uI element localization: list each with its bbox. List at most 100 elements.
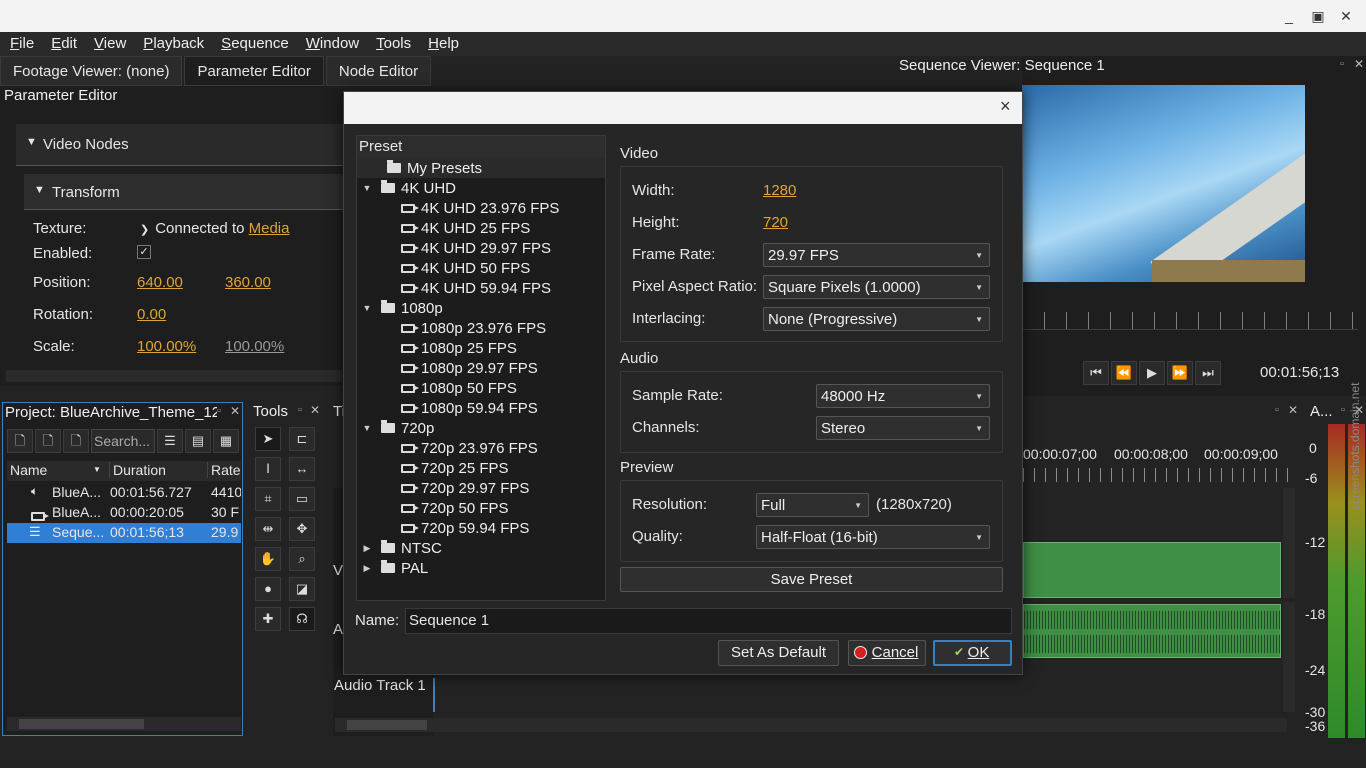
menu-file[interactable]: File xyxy=(0,32,41,56)
timeline-scrollbar[interactable] xyxy=(335,718,1287,732)
add-tool-icon[interactable]: ✚ xyxy=(255,607,281,631)
column-rate[interactable]: Rate xyxy=(207,462,241,478)
preset-item[interactable]: 720p 59.94 FPS xyxy=(357,518,605,538)
ripple-tool-icon[interactable]: Ⅰ xyxy=(255,457,281,481)
scale-y-value[interactable]: 100.00% xyxy=(225,338,284,355)
sequence-name-input[interactable]: Sequence 1 xyxy=(405,608,1012,634)
close-icon[interactable]: ✕ xyxy=(1288,403,1298,417)
rotation-value[interactable]: 0.00 xyxy=(137,306,166,323)
project-scrollbar[interactable] xyxy=(7,717,241,731)
preset-folder[interactable]: ▼ 720p xyxy=(357,418,605,438)
preset-folder[interactable]: ▶ PAL xyxy=(357,558,605,578)
preset-item[interactable]: 4K UHD 25 FPS xyxy=(357,218,605,238)
pixel-aspect-select[interactable]: Square Pixels (1.0000) xyxy=(763,275,990,299)
preset-item[interactable]: 1080p 25 FPS xyxy=(357,338,605,358)
minimize-button[interactable]: _ xyxy=(1281,8,1297,24)
transform-header[interactable]: ▼ Transform xyxy=(24,174,346,210)
list-view-icon[interactable]: ☰ xyxy=(157,429,183,453)
chevron-right-icon[interactable]: ❯ xyxy=(140,224,149,236)
close-icon[interactable]: ✕ xyxy=(230,404,240,418)
expand-arrow-icon[interactable]: ▼ xyxy=(359,303,375,313)
transition-tool-icon[interactable]: ◪ xyxy=(289,577,315,601)
move-tool-icon[interactable]: ✥ xyxy=(289,517,315,541)
preset-folder[interactable]: ▶ NTSC xyxy=(357,538,605,558)
go-to-end-button[interactable]: ⏭ xyxy=(1195,361,1221,385)
vertical-scrollbar[interactable] xyxy=(1283,602,1295,712)
menu-tools[interactable]: Tools xyxy=(366,32,418,56)
preset-item[interactable]: 4K UHD 23.976 FPS xyxy=(357,198,605,218)
menu-edit[interactable]: Edit xyxy=(41,32,84,56)
go-to-start-button[interactable]: ⏮ xyxy=(1083,361,1109,385)
close-icon[interactable]: ✕ xyxy=(310,403,320,417)
menu-help[interactable]: Help xyxy=(418,32,466,56)
preset-folder[interactable]: ▼ 4K UHD xyxy=(357,178,605,198)
close-icon[interactable]: ✕ xyxy=(1354,57,1364,71)
rewind-button[interactable]: ⏪ xyxy=(1111,361,1137,385)
tab-parameter-editor[interactable]: Parameter Editor xyxy=(184,56,324,86)
float-icon[interactable]: ▫ xyxy=(1340,58,1344,70)
save-file-icon[interactable]: 🗋 xyxy=(63,429,89,453)
project-search-input[interactable]: Search... xyxy=(91,429,155,453)
table-row[interactable]: 🔈︎ BlueA... 00:01:56.727 4410 xyxy=(7,483,241,503)
hand-tool-icon[interactable]: ✋ xyxy=(255,547,281,571)
set-as-default-button[interactable]: Set As Default xyxy=(718,640,839,666)
preset-item[interactable]: 1080p 50 FPS xyxy=(357,378,605,398)
preset-item[interactable]: 1080p 59.94 FPS xyxy=(357,398,605,418)
menu-playback[interactable]: Playback xyxy=(133,32,211,56)
save-preset-button[interactable]: Save Preset xyxy=(620,567,1003,592)
preset-item[interactable]: 4K UHD 50 FPS xyxy=(357,258,605,278)
column-duration[interactable]: Duration xyxy=(109,462,166,478)
slide-tool-icon[interactable]: ⇹ xyxy=(255,517,281,541)
slip-tool-icon[interactable]: ▭ xyxy=(289,487,315,511)
resolution-select[interactable]: Full xyxy=(756,493,869,517)
position-y-value[interactable]: 360.00 xyxy=(225,274,271,291)
scrollbar-thumb[interactable] xyxy=(347,720,427,730)
interlacing-select[interactable]: None (Progressive) xyxy=(763,307,990,331)
collapse-arrow-icon[interactable]: ▶ xyxy=(359,543,375,554)
frame-rate-select[interactable]: 29.97 FPS xyxy=(763,243,990,267)
table-row-selected[interactable]: ☰ Seque... 00:01:56;13 29.9 xyxy=(7,523,241,543)
float-icon[interactable]: ▫ xyxy=(298,404,302,416)
table-row[interactable]: BlueA... 00:00:20:05 30 F xyxy=(7,503,241,523)
preset-folder[interactable]: ▼ 1080p xyxy=(357,298,605,318)
ok-button[interactable]: OK xyxy=(933,640,1012,666)
scrollbar-thumb[interactable] xyxy=(19,719,144,729)
tab-node-editor[interactable]: Node Editor xyxy=(325,56,432,86)
record-tool-icon[interactable]: ● xyxy=(255,577,281,601)
preset-item[interactable]: 1080p 23.976 FPS xyxy=(357,318,605,338)
preset-item[interactable]: 720p 50 FPS xyxy=(357,498,605,518)
new-file-icon[interactable]: 🗋 xyxy=(7,429,33,453)
collapse-arrow-icon[interactable]: ▶ xyxy=(359,563,375,574)
dialog-close-button[interactable]: × xyxy=(1000,96,1011,117)
menu-sequence[interactable]: Sequence xyxy=(211,32,296,56)
audio-clip[interactable] xyxy=(1023,604,1281,658)
scale-x-value[interactable]: 100.00% xyxy=(137,338,196,355)
play-button[interactable]: ▶ xyxy=(1139,361,1165,385)
float-icon[interactable]: ▫ xyxy=(217,405,221,417)
close-window-button[interactable]: ✕ xyxy=(1338,8,1354,24)
playhead[interactable] xyxy=(433,678,435,712)
edit-tool-icon[interactable]: ⊏ xyxy=(289,427,315,451)
media-link[interactable]: Media xyxy=(249,220,290,237)
float-icon[interactable]: ▫ xyxy=(1341,404,1345,416)
vertical-scrollbar[interactable] xyxy=(1283,488,1295,598)
channels-select[interactable]: Stereo xyxy=(816,416,990,440)
expand-arrow-icon[interactable]: ▼ xyxy=(359,183,375,193)
position-x-value[interactable]: 640.00 xyxy=(137,274,183,291)
tab-footage-viewer[interactable]: Footage Viewer: (none) xyxy=(0,56,183,86)
float-icon[interactable]: ▫ xyxy=(1275,404,1279,416)
preset-item[interactable]: 720p 29.97 FPS xyxy=(357,478,605,498)
preset-item[interactable]: 4K UHD 29.97 FPS xyxy=(357,238,605,258)
preset-item[interactable]: 1080p 29.97 FPS xyxy=(357,358,605,378)
icon-view-icon[interactable]: ▦ xyxy=(213,429,239,453)
open-file-icon[interactable]: 🗋 xyxy=(35,429,61,453)
enabled-checkbox[interactable]: ✓ xyxy=(137,245,151,259)
quality-select[interactable]: Half-Float (16-bit) xyxy=(756,525,990,549)
menu-window[interactable]: Window xyxy=(296,32,366,56)
preset-item[interactable]: 720p 25 FPS xyxy=(357,458,605,478)
tree-view-icon[interactable]: ▤ xyxy=(185,429,211,453)
preset-folder[interactable]: My Presets xyxy=(357,158,605,178)
maximize-button[interactable]: ▣ xyxy=(1310,8,1326,24)
height-value[interactable]: 720 xyxy=(763,214,788,231)
rolling-tool-icon[interactable]: ↔ xyxy=(289,457,315,481)
